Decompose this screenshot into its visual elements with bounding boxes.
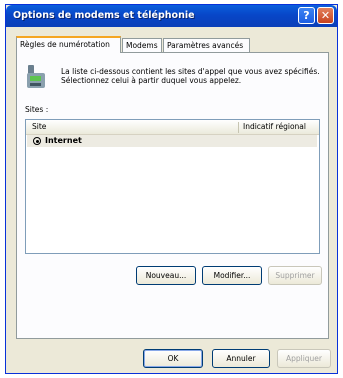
- cancel-button[interactable]: Annuler: [212, 349, 270, 368]
- column-header-site[interactable]: Site: [32, 122, 46, 131]
- dialog-window: Options de modems et téléphonie ? ✕ Règl…: [5, 4, 338, 374]
- help-button[interactable]: ?: [298, 7, 315, 24]
- tab-panel: La liste ci-dessous contient les sites d…: [16, 52, 329, 339]
- apply-button[interactable]: Appliquer: [277, 349, 331, 368]
- tab-advanced[interactable]: Paramètres avancés: [163, 38, 250, 52]
- phone-icon: [27, 65, 45, 88]
- ok-button[interactable]: OK: [143, 349, 203, 368]
- new-button[interactable]: Nouveau...: [136, 266, 196, 285]
- modify-button[interactable]: Modifier...: [202, 266, 262, 285]
- tab-dialing-rules[interactable]: Règles de numérotation: [16, 36, 121, 53]
- list-item[interactable]: Internet: [27, 135, 317, 147]
- window-title: Options de modems et téléphonie: [13, 10, 195, 21]
- title-bar[interactable]: Options de modems et téléphonie ? ✕: [6, 5, 337, 27]
- sites-list[interactable]: Site Indicatif régional Internet: [25, 119, 320, 254]
- sites-label: Sites :: [25, 105, 49, 114]
- tab-modems[interactable]: Modems: [122, 38, 162, 52]
- site-name: Internet: [45, 136, 82, 145]
- selected-radio-icon[interactable]: [33, 137, 41, 145]
- delete-button[interactable]: Supprimer: [268, 266, 322, 285]
- column-header-area-code[interactable]: Indicatif régional: [238, 122, 306, 133]
- list-header: Site Indicatif régional: [26, 120, 319, 135]
- close-button[interactable]: ✕: [317, 7, 334, 24]
- description-text: La liste ci-dessous contient les sites d…: [61, 67, 320, 85]
